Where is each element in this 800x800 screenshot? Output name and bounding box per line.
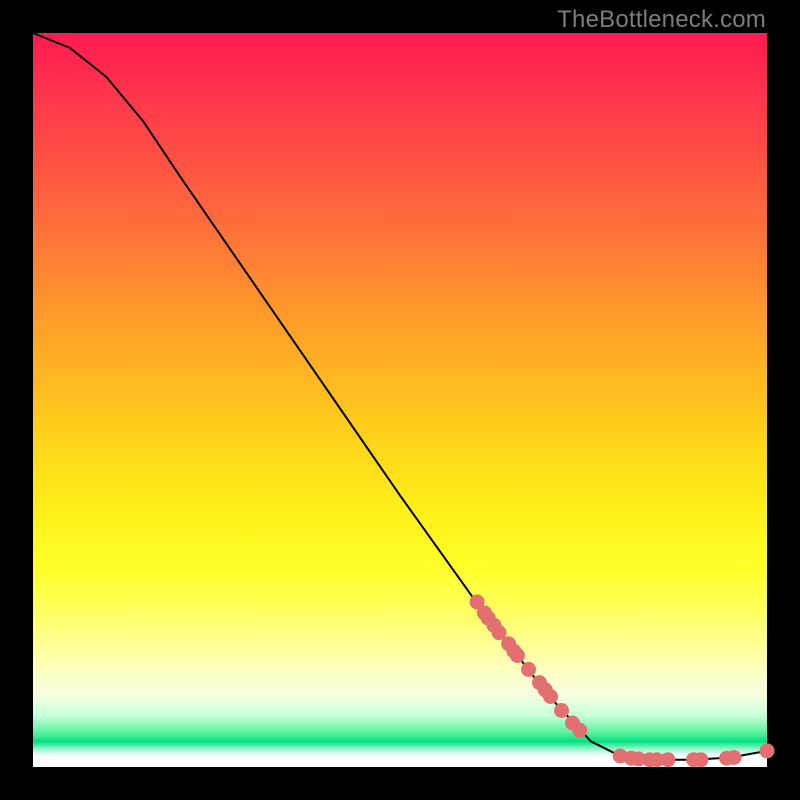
highlight-marker (510, 648, 525, 663)
highlight-marker (554, 703, 569, 718)
highlight-marker (572, 723, 587, 738)
bottleneck-curve (33, 33, 767, 760)
highlight-marker (760, 743, 775, 758)
chart-frame: TheBottleneck.com (0, 0, 800, 800)
highlight-marker (660, 752, 675, 767)
highlight-marker (521, 662, 536, 677)
plot-area (33, 33, 767, 767)
highlight-marker (727, 750, 742, 765)
watermark-label: TheBottleneck.com (557, 6, 766, 34)
marker-group (470, 594, 775, 767)
highlight-marker (693, 752, 708, 767)
highlight-marker (543, 689, 558, 704)
chart-svg (33, 33, 767, 767)
